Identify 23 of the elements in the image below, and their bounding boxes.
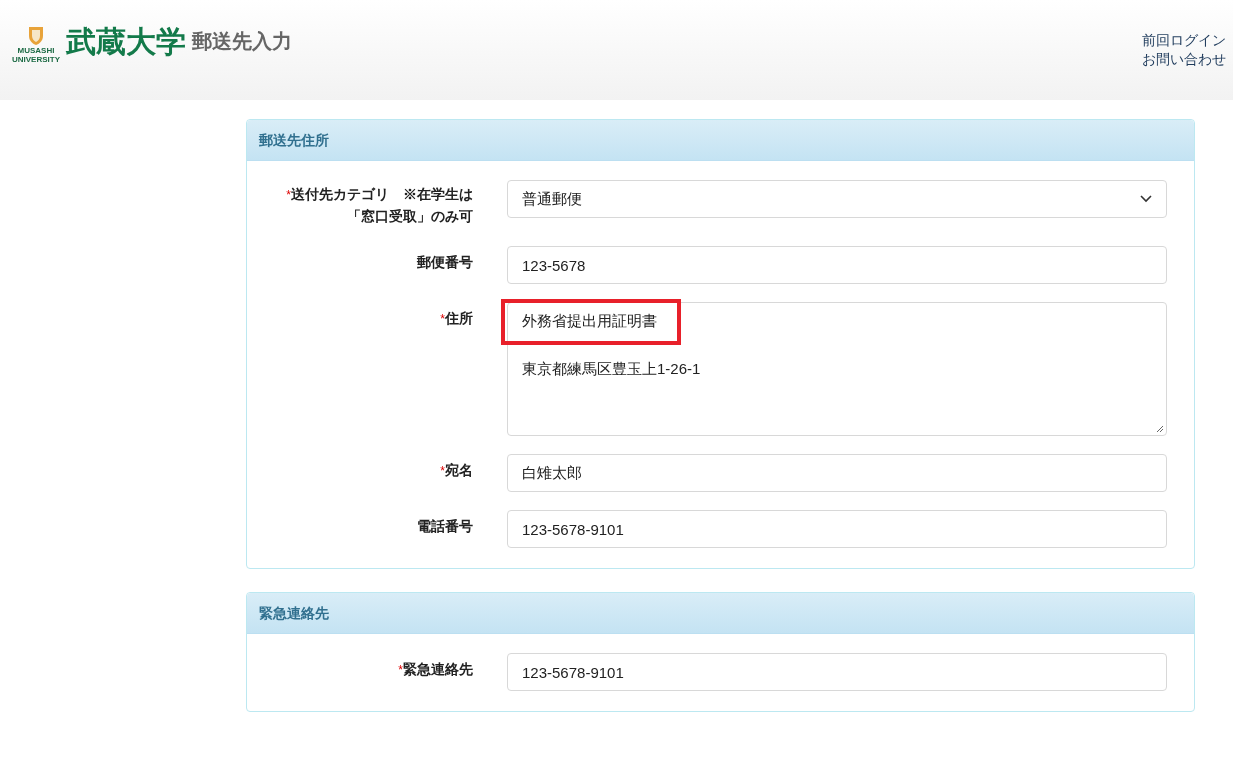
text-field[interactable]: 白雉太郎 — [507, 454, 1167, 492]
header-link[interactable]: お問い合わせ — [1142, 50, 1233, 69]
text-field[interactable]: 123-5678-9101 — [507, 510, 1167, 548]
resize-handle-icon — [1156, 425, 1164, 433]
header-link[interactable]: 前回ログイン — [1142, 31, 1233, 50]
field-label: *緊急連絡先 — [398, 660, 473, 679]
field-label: *送付先カテゴリ ※在学生は「窓口受取」のみ可 — [285, 185, 473, 226]
field-label: 郵便番号 — [417, 253, 473, 272]
field-label: *宛名 — [440, 461, 473, 480]
logo-caption: MUSASHI UNIVERSITY — [12, 46, 60, 64]
panel-title: 緊急連絡先 — [259, 603, 329, 623]
field-label: 電話番号 — [417, 517, 473, 536]
panel-title: 郵送先住所 — [259, 130, 329, 150]
textarea-line: 外務省提出用証明書 — [522, 312, 657, 329]
university-logo-text: 武蔵大学 — [66, 24, 186, 60]
textarea-line: 東京都練馬区豊玉上1-26-1 — [522, 360, 701, 377]
chevron-down-icon — [1140, 195, 1152, 203]
text-field[interactable]: 123-5678-9101 — [507, 653, 1167, 691]
text-field[interactable]: 123-5678 — [507, 246, 1167, 284]
category-select[interactable]: 普通郵便 — [507, 180, 1167, 218]
page-title: 郵送先入力 — [192, 29, 292, 54]
field-label: *住所 — [440, 309, 473, 328]
shield-icon — [28, 26, 44, 46]
